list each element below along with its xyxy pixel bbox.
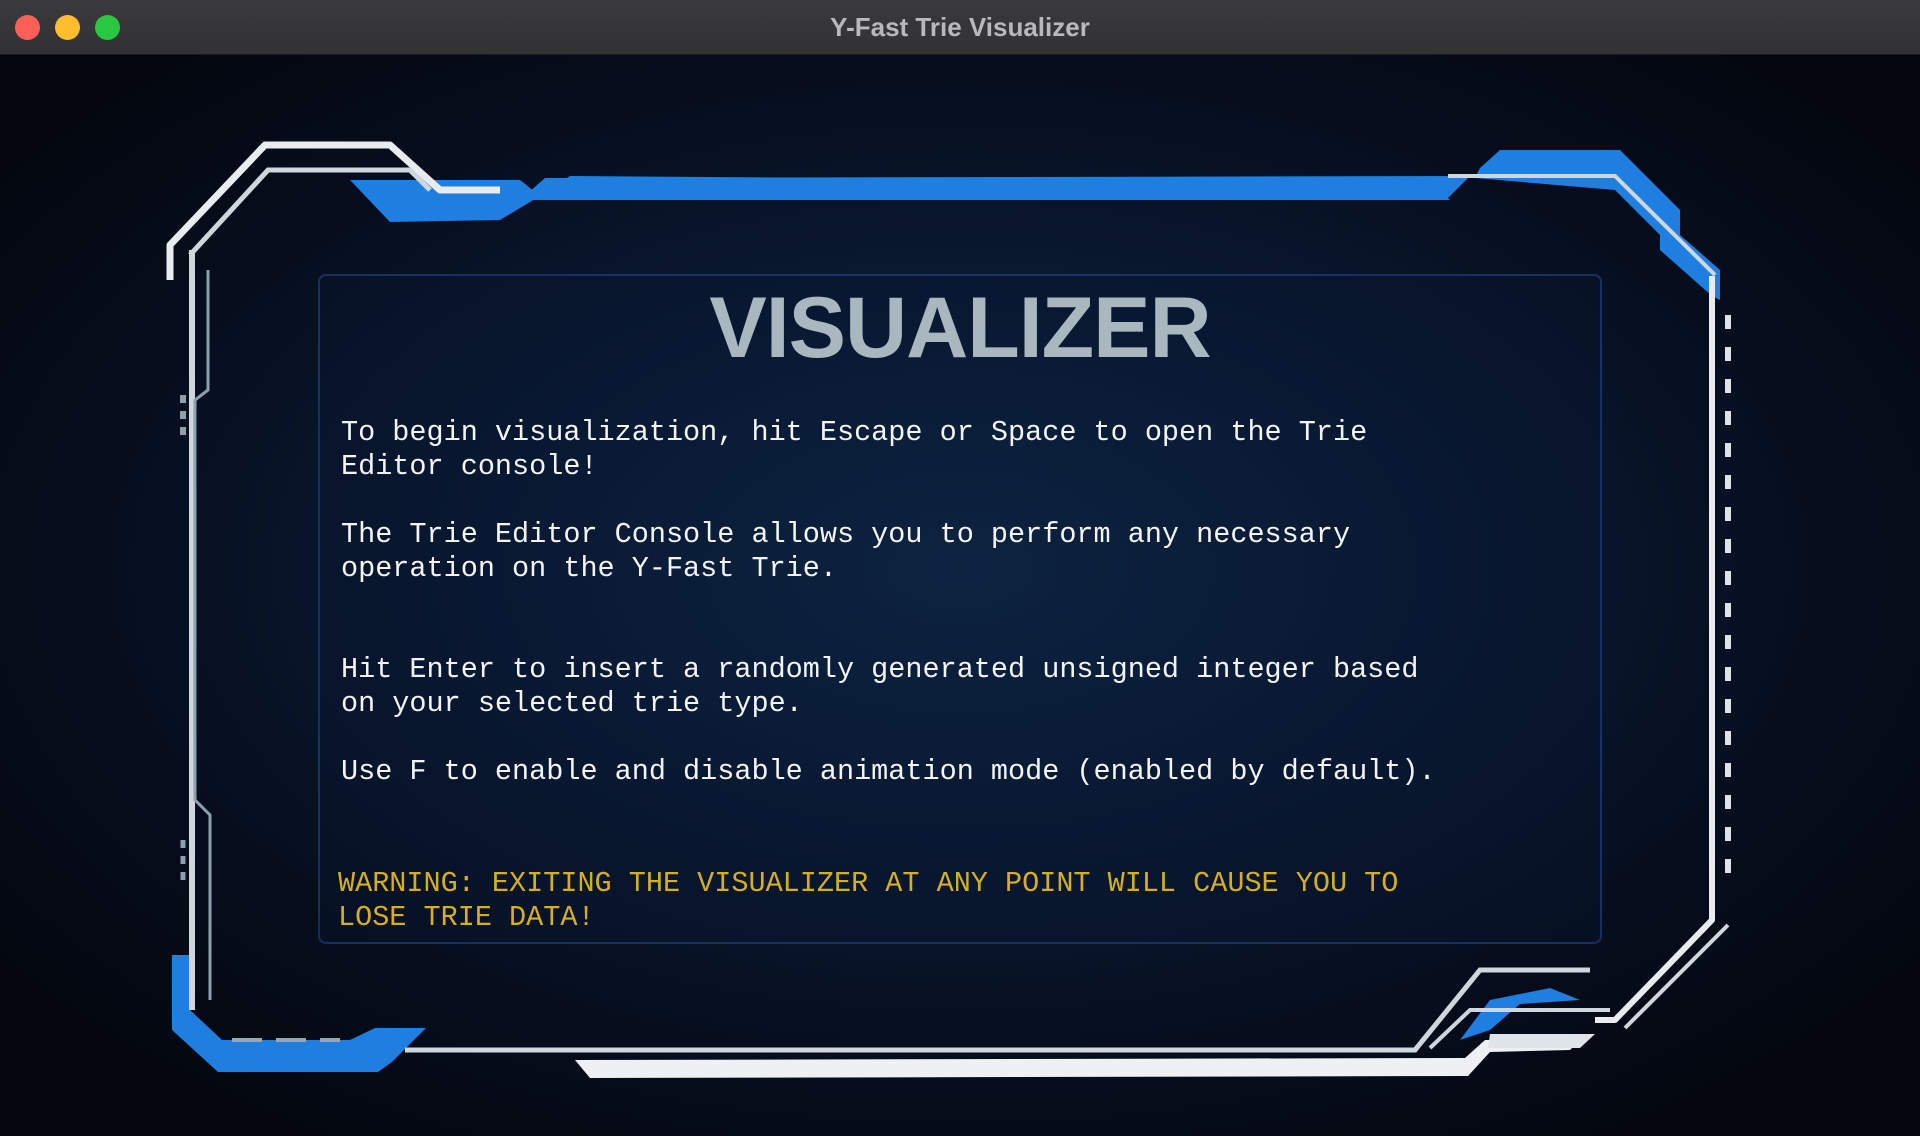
hud-frame-accent-bottom-right bbox=[1460, 988, 1580, 1040]
hud-frame-accent-top-bar bbox=[520, 176, 1470, 200]
hud-frame-outline-bottom bbox=[405, 967, 1590, 1053]
hud-frame-accent-top-right bbox=[1475, 150, 1680, 240]
hud-frame-bottom-bar bbox=[575, 1040, 1580, 1078]
instruction-console-description: The Trie Editor Console allows you to pe… bbox=[341, 518, 1351, 585]
instruction-open-console: To begin visualization, hit Escape or Sp… bbox=[341, 416, 1368, 483]
visualizer-heading: VISUALIZER bbox=[709, 280, 1211, 376]
app-window: Y-Fast Trie Visualizer VISUALIZER To beg… bbox=[0, 0, 1920, 1136]
instruction-animation-mode: Use F to enable and disable animation mo… bbox=[341, 755, 1436, 788]
hud-frame-outline-right bbox=[1595, 276, 1715, 1023]
instruction-insert-random: Hit Enter to insert a randomly generated… bbox=[341, 653, 1419, 720]
hud-frame-bottom-right-block bbox=[1488, 1034, 1595, 1048]
hud-frame-outline-left-inner bbox=[193, 270, 212, 1000]
hud-frame-outline-right-outer bbox=[1623, 923, 1730, 1030]
warning-message: WARNING: EXITING THE VISUALIZER AT ANY P… bbox=[338, 867, 1399, 934]
